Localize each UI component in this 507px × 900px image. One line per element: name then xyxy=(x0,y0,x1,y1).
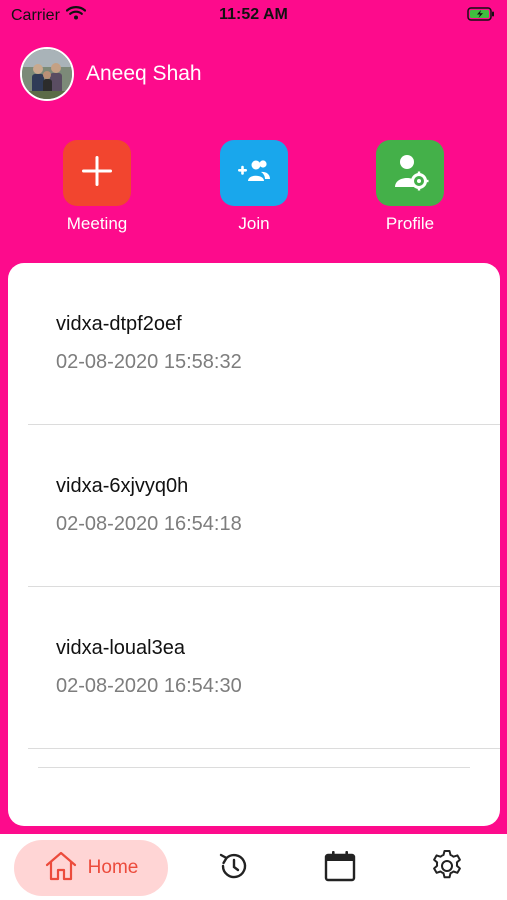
battery-charging-icon xyxy=(467,7,495,26)
app-screen: Carrier 11:52 AM Aneeq Shah Meeting Join… xyxy=(0,0,507,900)
settings-icon xyxy=(429,848,465,889)
tab-calendar[interactable] xyxy=(318,840,362,896)
tab-settings[interactable] xyxy=(425,840,469,896)
plus-icon xyxy=(80,154,114,193)
meeting-action-label: Meeting xyxy=(66,214,128,233)
profile-action-label: Profile xyxy=(385,214,435,233)
profile-name: Aneeq Shah xyxy=(86,62,202,85)
list-divider xyxy=(38,767,470,768)
profile-tile[interactable] xyxy=(376,140,444,206)
meeting-list-item[interactable]: vidxa-dtpf2oef 02-08-2020 15:58:32 xyxy=(28,263,500,425)
status-time: 11:52 AM xyxy=(219,6,288,23)
meeting-tile[interactable] xyxy=(63,140,131,206)
tab-home[interactable]: Home xyxy=(14,840,168,896)
meeting-id: vidxa-loual3ea xyxy=(56,637,185,659)
profile-action[interactable]: Profile xyxy=(355,140,465,234)
profile-header[interactable]: Aneeq Shah xyxy=(20,47,202,101)
meeting-id: vidxa-6xjvyq0h xyxy=(56,475,189,497)
quick-actions: Meeting Join Profile xyxy=(0,140,507,240)
meeting-datetime: 02-08-2020 16:54:30 xyxy=(56,675,242,697)
add-people-icon xyxy=(236,158,272,189)
meeting-datetime: 02-08-2020 15:58:32 xyxy=(56,351,242,373)
join-tile[interactable] xyxy=(220,140,288,206)
bottom-tab-bar: Home xyxy=(0,834,507,900)
meeting-id: vidxa-dtpf2oef xyxy=(56,313,182,335)
calendar-icon xyxy=(323,849,357,888)
avatar[interactable] xyxy=(20,47,74,101)
meeting-action[interactable]: Meeting xyxy=(42,140,152,234)
tab-history[interactable] xyxy=(212,840,256,896)
tab-home-label: Home xyxy=(87,857,139,878)
join-action-label: Join xyxy=(238,214,270,233)
user-settings-icon xyxy=(390,151,430,196)
meeting-datetime: 02-08-2020 16:54:18 xyxy=(56,513,242,535)
meetings-card: vidxa-dtpf2oef 02-08-2020 15:58:32 vidxa… xyxy=(8,263,500,826)
status-bar: Carrier 11:52 AM xyxy=(0,0,507,32)
join-action[interactable]: Join xyxy=(199,140,309,234)
meeting-list-item[interactable]: vidxa-loual3ea 02-08-2020 16:54:30 xyxy=(28,587,500,749)
home-icon xyxy=(44,850,78,887)
meeting-list-item[interactable]: vidxa-6xjvyq0h 02-08-2020 16:54:18 xyxy=(28,425,500,587)
history-icon xyxy=(217,849,251,888)
